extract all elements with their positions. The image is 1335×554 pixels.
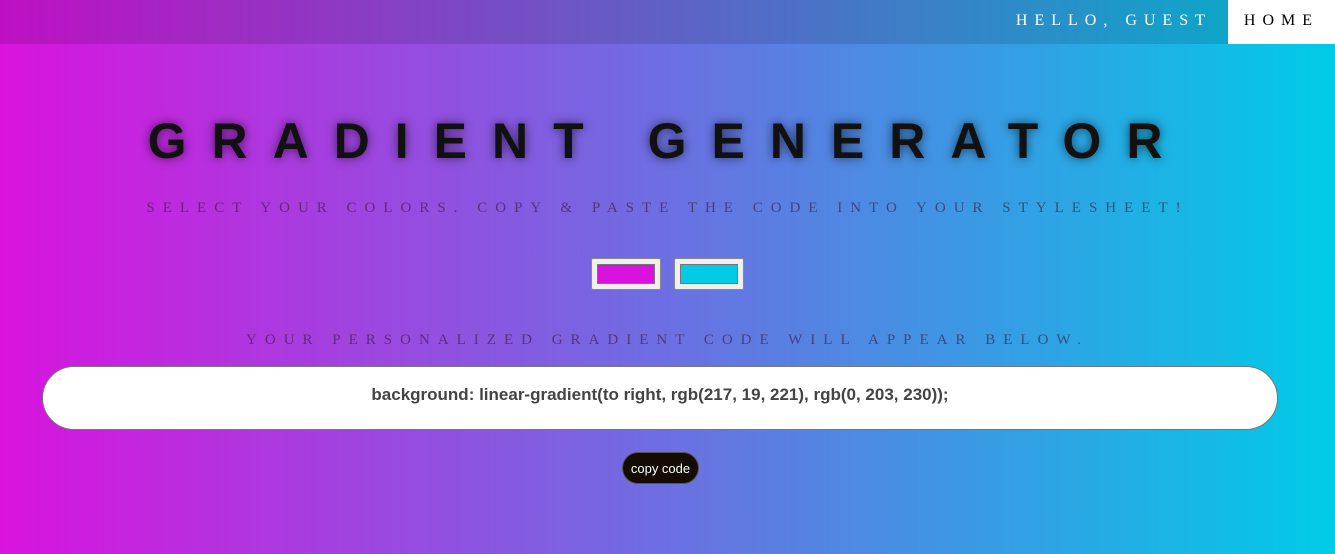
copy-code-button[interactable]: copy code — [622, 452, 699, 484]
color-pickers — [0, 258, 1335, 290]
code-label: YOUR PERSONALIZED GRADIENT CODE WILL APP… — [246, 332, 1089, 348]
page-title: GRADIENT GENERATOR — [147, 113, 1188, 169]
color-picker-2[interactable] — [674, 258, 744, 290]
color-swatch-2 — [680, 264, 738, 284]
subtitle: SELECT YOUR COLORS. COPY & PASTE THE COD… — [146, 200, 1189, 216]
top-nav: HELLO, GUEST HOME — [0, 0, 1335, 44]
greeting-link[interactable]: HELLO, GUEST — [1000, 0, 1228, 44]
gradient-code-textarea[interactable]: background: linear-gradient(to right, rg… — [42, 366, 1278, 430]
home-link[interactable]: HOME — [1227, 0, 1335, 44]
color-swatch-1 — [597, 264, 655, 284]
color-picker-1[interactable] — [591, 258, 661, 290]
